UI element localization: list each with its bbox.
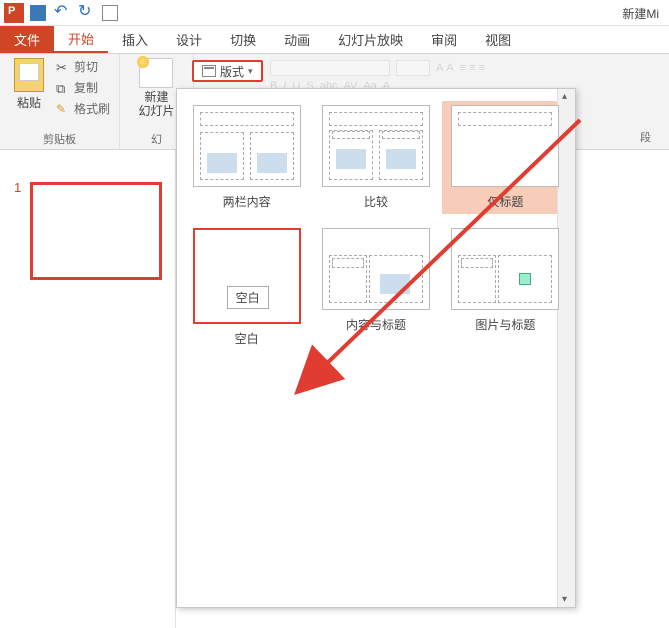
- paste-button[interactable]: 粘贴: [8, 58, 50, 131]
- workspace: 1 两栏内容 比较: [0, 150, 669, 628]
- layout-blank-label: 空白: [235, 330, 259, 347]
- tab-insert[interactable]: 插入: [108, 26, 162, 53]
- quick-access-toolbar: 新建Mi: [0, 0, 669, 26]
- layout-title-only-card: [451, 105, 559, 187]
- layout-comparison[interactable]: 比较: [316, 105, 435, 210]
- layout-two-content-card: [193, 105, 301, 187]
- group-slides-title: 幻: [151, 131, 162, 147]
- layout-title-only[interactable]: 仅标题: [442, 101, 569, 214]
- layout-title-only-label: 仅标题: [487, 193, 523, 210]
- layout-comparison-label: 比较: [364, 193, 388, 210]
- tab-review[interactable]: 审阅: [417, 26, 471, 53]
- layout-comparison-card: [322, 105, 430, 187]
- tab-transition[interactable]: 切换: [216, 26, 270, 53]
- layout-content-caption-label: 内容与标题: [346, 316, 406, 333]
- group-paragraph-title: 段: [640, 129, 651, 145]
- layout-blank-tooltip: 空白: [227, 286, 269, 309]
- layout-button[interactable]: 版式 ▾: [192, 60, 263, 82]
- group-clipboard-title: 剪贴板: [8, 131, 111, 147]
- format-painter-button[interactable]: 格式刷: [56, 100, 110, 117]
- chevron-down-icon: ▾: [248, 66, 253, 77]
- layout-content-caption-card: [322, 228, 430, 310]
- format-painter-icon: [56, 102, 70, 116]
- layout-content-caption[interactable]: 内容与标题: [316, 228, 435, 347]
- start-from-beginning-icon[interactable]: [100, 3, 120, 23]
- tab-slideshow[interactable]: 幻灯片放映: [324, 26, 417, 53]
- copy-icon: [56, 81, 70, 95]
- slide-number: 1: [14, 180, 21, 195]
- ribbon-tabs: 文件 开始 插入 设计 切换 动画 幻灯片放映 审阅 视图: [0, 26, 669, 54]
- new-slide-icon: [139, 58, 173, 88]
- redo-icon[interactable]: [76, 3, 96, 23]
- tab-view[interactable]: 视图: [471, 26, 525, 53]
- layout-dropdown-panel: 两栏内容 比较 仅标题 空白: [176, 88, 576, 608]
- layout-two-content[interactable]: 两栏内容: [187, 105, 306, 210]
- layout-picture-caption[interactable]: 图片与标题: [446, 228, 565, 347]
- new-slide-button[interactable]: 新建 幻灯片: [138, 58, 174, 119]
- copy-button[interactable]: 复制: [56, 79, 110, 96]
- slide-thumbnail-1[interactable]: [30, 182, 162, 280]
- app-icon: [4, 3, 24, 23]
- layout-button-label: 版式: [220, 63, 244, 80]
- layout-scrollbar[interactable]: [557, 89, 575, 607]
- layout-two-content-label: 两栏内容: [223, 193, 271, 210]
- group-clipboard: 粘贴 剪切 复制 格式刷 剪贴板: [0, 54, 120, 149]
- tab-design[interactable]: 设计: [162, 26, 216, 53]
- paste-icon: [14, 58, 44, 92]
- copy-label: 复制: [74, 79, 98, 96]
- tab-file[interactable]: 文件: [0, 26, 54, 53]
- cut-icon: [56, 60, 70, 74]
- paste-label: 粘贴: [17, 94, 41, 111]
- save-icon[interactable]: [28, 3, 48, 23]
- tab-home[interactable]: 开始: [54, 26, 108, 53]
- window-title: 新建Mi: [622, 5, 659, 22]
- tab-animation[interactable]: 动画: [270, 26, 324, 53]
- slide-thumbnail-panel: 1: [0, 150, 176, 628]
- layout-blank-card: 空白: [193, 228, 301, 324]
- layout-picture-caption-label: 图片与标题: [475, 316, 535, 333]
- layout-icon: [202, 65, 216, 77]
- cut-button[interactable]: 剪切: [56, 58, 110, 75]
- new-slide-label: 新建 幻灯片: [138, 90, 174, 119]
- format-label: 格式刷: [74, 100, 110, 117]
- layout-blank[interactable]: 空白 空白: [183, 224, 310, 351]
- cut-label: 剪切: [74, 58, 98, 75]
- layout-picture-caption-card: [451, 228, 559, 310]
- undo-icon[interactable]: [52, 3, 72, 23]
